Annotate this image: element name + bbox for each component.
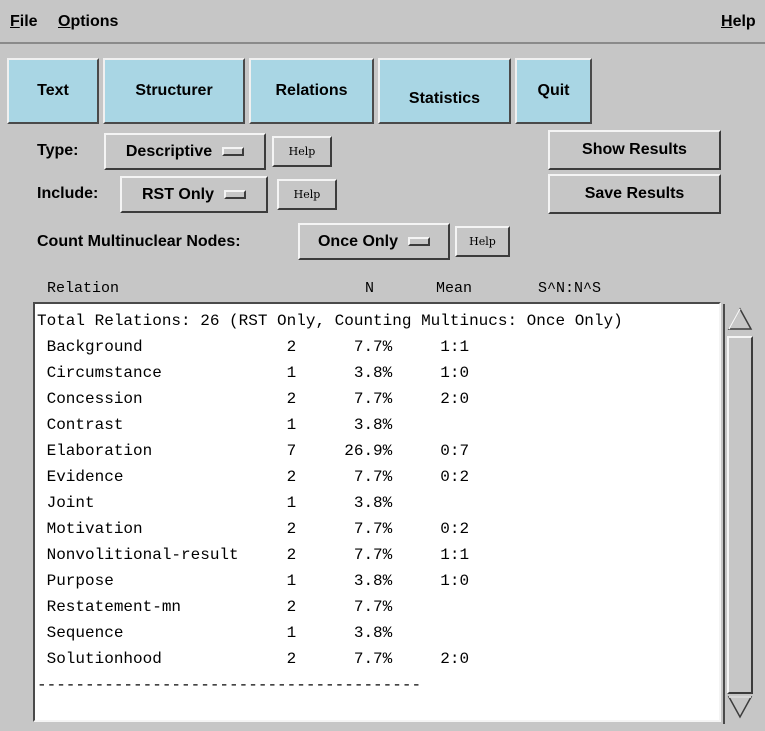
menu-bar: File Options Help: [0, 0, 765, 44]
include-select[interactable]: RST Only: [120, 176, 268, 213]
tab-structurer[interactable]: Structurer: [103, 58, 245, 124]
menu-help[interactable]: Help: [721, 13, 756, 31]
column-header-relation: Relation: [47, 280, 120, 297]
show-results-button[interactable]: Show Results: [548, 130, 721, 170]
include-help-button[interactable]: Help: [277, 179, 337, 210]
table-row: Background 2 7.7% 1:1: [37, 338, 470, 356]
column-header-ratio: S^N:N^S: [538, 280, 602, 297]
results-separator-line: ----------------------------------------: [37, 676, 422, 694]
table-row: Elaboration 7 26.9% 0:7: [37, 442, 470, 460]
count-multinuclear-select[interactable]: Once Only: [298, 223, 450, 260]
table-row: Joint 1 3.8%: [37, 494, 393, 512]
table-row: Circumstance 1 3.8% 1:0: [37, 364, 470, 382]
menu-file[interactable]: File: [10, 13, 38, 31]
table-row: Solutionhood 2 7.7% 2:0: [37, 650, 470, 668]
table-row: Restatement-mn 2 7.7%: [37, 598, 393, 616]
table-row: Purpose 1 3.8% 1:0: [37, 572, 470, 590]
scroll-down-arrow-icon[interactable]: [727, 694, 753, 720]
save-results-button[interactable]: Save Results: [548, 174, 721, 214]
tab-statistics[interactable]: Statistics: [378, 58, 511, 124]
table-row: Motivation 2 7.7% 0:2: [37, 520, 470, 538]
tab-text[interactable]: Text: [7, 58, 99, 124]
table-row: Sequence 1 3.8%: [37, 624, 393, 642]
type-select[interactable]: Descriptive: [104, 133, 266, 170]
table-row: Concession 2 7.7% 2:0: [37, 390, 470, 408]
type-label: Type:: [37, 142, 79, 159]
menu-options[interactable]: Options: [58, 13, 118, 31]
option-menu-indicator-icon: [224, 190, 246, 199]
table-row: Contrast 1 3.8%: [37, 416, 393, 434]
column-header-n: N: [365, 280, 375, 297]
count-multinuclear-label: Count Multinuclear Nodes:: [37, 233, 241, 250]
results-summary-line: Total Relations: 26 (RST Only, Counting …: [37, 312, 623, 330]
results-text: Total Relations: 26 (RST Only, Counting …: [37, 308, 719, 718]
tab-relations[interactable]: Relations: [249, 58, 374, 124]
type-help-button[interactable]: Help: [272, 136, 332, 167]
option-menu-indicator-icon: [408, 237, 431, 246]
scrollbar-thumb[interactable]: [727, 336, 753, 694]
vertical-scrollbar[interactable]: [723, 304, 755, 724]
table-row: Evidence 2 7.7% 0:2: [37, 468, 470, 486]
results-text-area[interactable]: Total Relations: 26 (RST Only, Counting …: [33, 302, 755, 724]
option-menu-indicator-icon: [222, 147, 245, 156]
include-label: Include:: [37, 185, 99, 202]
scroll-up-arrow-icon[interactable]: [727, 306, 753, 332]
column-header-mean: Mean: [436, 280, 473, 297]
count-help-button[interactable]: Help: [455, 226, 510, 257]
table-row: Nonvolitional-result 2 7.7% 1:1: [37, 546, 470, 564]
tab-quit[interactable]: Quit: [515, 58, 592, 124]
